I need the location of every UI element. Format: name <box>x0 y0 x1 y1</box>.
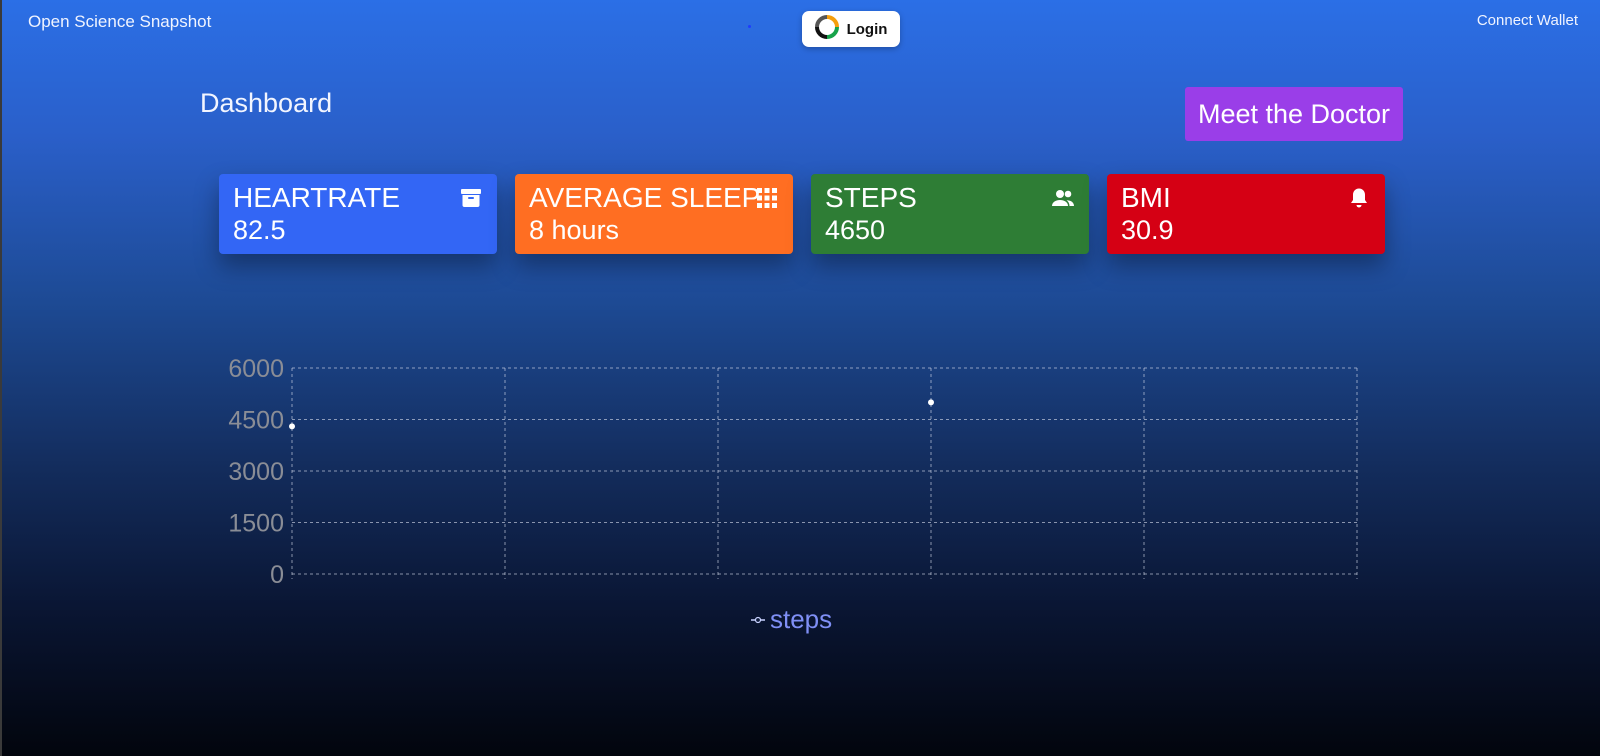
y-tick-label: 3000 <box>228 458 284 486</box>
y-tick-label: 6000 <box>228 355 284 383</box>
chart-legend[interactable]: steps <box>750 604 832 635</box>
data-point-steps <box>928 399 934 406</box>
data-point-steps <box>289 423 295 430</box>
legend-line-icon <box>751 616 765 623</box>
steps-chart: 0 1500 3000 4500 6000 <box>228 355 1358 589</box>
chart-grid <box>291 367 1358 579</box>
legend-label: steps <box>770 604 833 634</box>
y-axis-ticks: 0 1500 3000 4500 6000 <box>228 355 284 589</box>
y-tick-label: 4500 <box>228 407 284 435</box>
chart-points <box>289 399 934 430</box>
y-tick-label: 1500 <box>228 510 284 538</box>
y-tick-label: 0 <box>270 561 284 589</box>
